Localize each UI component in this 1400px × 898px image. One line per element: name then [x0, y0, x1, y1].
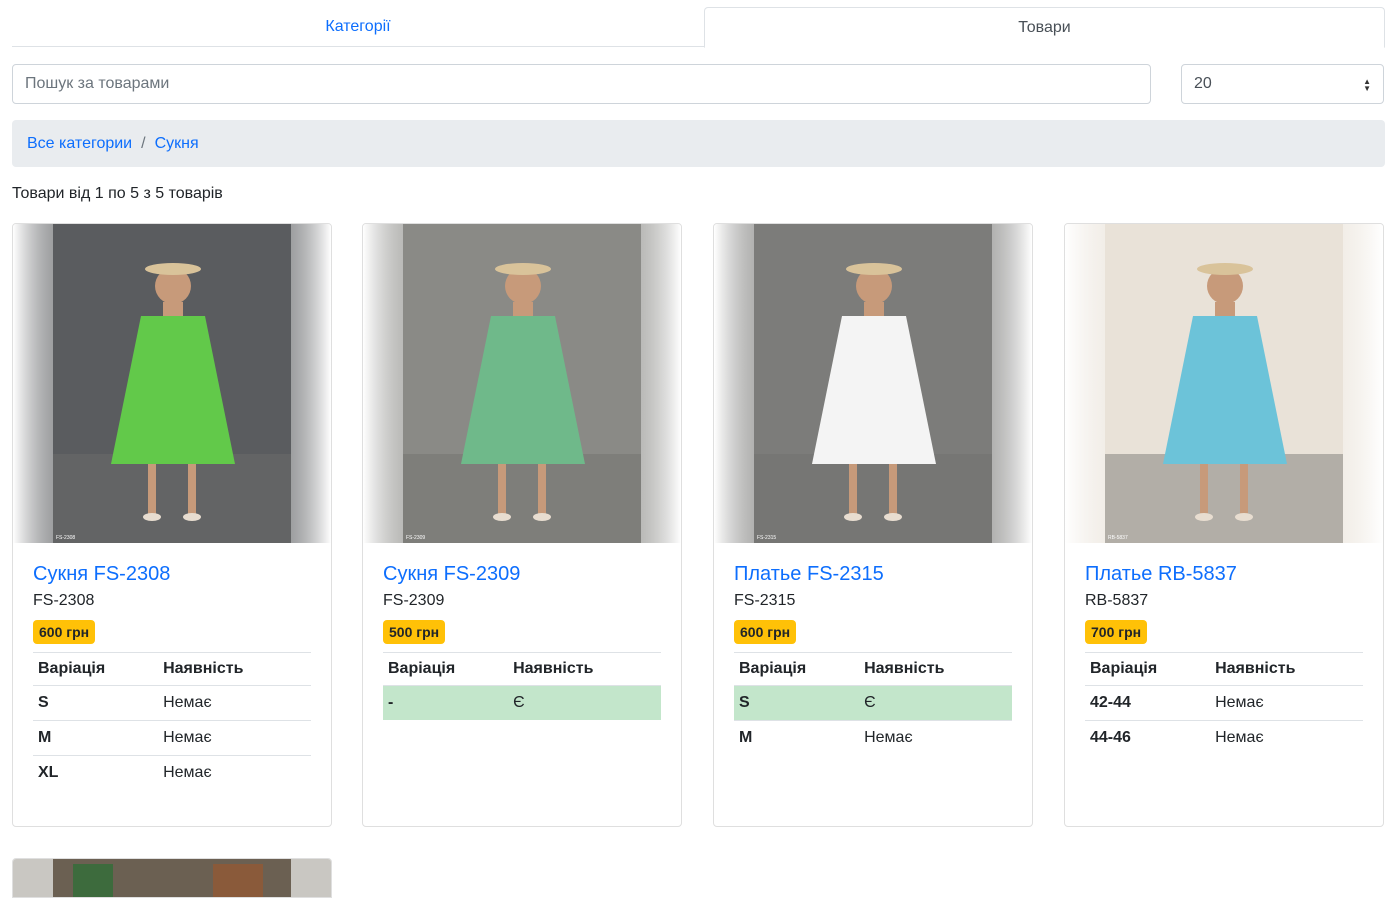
- variation-row: XL Немає: [33, 756, 311, 791]
- variations-header-row: Варіація Наявність: [734, 652, 1012, 686]
- product-title-link[interactable]: Платье RB-5837: [1085, 563, 1363, 586]
- product-image[interactable]: FS-2309: [363, 224, 681, 543]
- product-sku: RB-5837: [1085, 592, 1149, 609]
- variation-row: - Є: [383, 685, 661, 720]
- header-variation: Варіація: [383, 652, 509, 686]
- product-title-link[interactable]: Платье FS-2315: [734, 563, 1012, 586]
- product-photo: [714, 224, 1032, 543]
- variation-name: 44-46: [1090, 729, 1131, 746]
- per-page-value: 20: [1194, 75, 1212, 92]
- tab-bar: Категорії Товари: [12, 7, 1385, 48]
- product-image[interactable]: FS-2315: [714, 224, 1032, 543]
- variations-table: Варіація Наявність 42-44 Немає 44-46 Нем…: [1085, 652, 1363, 755]
- variations-header-row: Варіація Наявність: [33, 652, 311, 686]
- select-arrows-icon: ▲ ▼: [1363, 77, 1371, 93]
- variations-table: Варіація Наявність S Є M Немає: [734, 652, 1012, 755]
- variation-name: M: [739, 729, 753, 746]
- image-code: RB-5837: [1108, 535, 1128, 541]
- variations-header-row: Варіація Наявність: [383, 652, 661, 686]
- variation-availability: Немає: [864, 729, 913, 746]
- variation-row: M Немає: [734, 721, 1012, 756]
- variation-name: S: [33, 685, 159, 721]
- per-page-select[interactable]: 20 ▲ ▼: [1181, 64, 1384, 104]
- breadcrumb-current[interactable]: Сукня: [155, 135, 199, 153]
- tab-products[interactable]: Товари: [704, 7, 1385, 48]
- image-code: FS-2315: [757, 535, 777, 541]
- header-variation: Варіація: [734, 652, 860, 686]
- variation-availability: Є: [508, 685, 661, 720]
- variation-availability: Немає: [158, 685, 311, 721]
- results-count: Товари від 1 по 5 з 5 товарів: [12, 185, 223, 202]
- product-image-partial: [13, 859, 331, 897]
- image-code: FS-2308: [56, 535, 76, 541]
- product-photo: [1065, 224, 1383, 543]
- breadcrumb-separator: /: [141, 134, 146, 152]
- variation-name: XL: [38, 764, 59, 781]
- product-card[interactable]: RB-5837 Платье RB-5837 RB-5837 700 грн В…: [1064, 223, 1384, 827]
- breadcrumb-all-categories[interactable]: Все категории: [27, 135, 132, 153]
- card-body: Сукня FS-2309 FS-2309 500 грн Варіація Н…: [363, 543, 681, 720]
- variations-header-row: Варіація Наявність: [1085, 652, 1363, 686]
- variations-table: Варіація Наявність S Немає M Немає XL Не…: [33, 652, 311, 790]
- product-title-link[interactable]: Сукня FS-2308: [33, 563, 311, 586]
- product-card[interactable]: FS-2315 Платье FS-2315 FS-2315 600 грн В…: [713, 223, 1033, 827]
- product-card[interactable]: FS-2308 Сукня FS-2308 FS-2308 600 грн Ва…: [12, 223, 332, 827]
- price-badge: 600 грн: [734, 620, 797, 644]
- header-availability: Наявність: [158, 652, 311, 686]
- card-body: Сукня FS-2308 FS-2308 600 грн Варіація Н…: [13, 543, 331, 790]
- header-availability: Наявність: [1210, 652, 1363, 686]
- header-variation: Варіація: [1085, 652, 1211, 686]
- header-variation: Варіація: [33, 652, 159, 686]
- card-body: Платье RB-5837 RB-5837 700 грн Варіація …: [1065, 543, 1383, 755]
- product-photo: [363, 224, 681, 543]
- variation-name: 42-44: [1085, 685, 1211, 721]
- variation-availability: Немає: [1215, 729, 1264, 746]
- variation-name: S: [734, 685, 860, 721]
- product-photo: [13, 224, 331, 543]
- product-card-partial[interactable]: [12, 858, 332, 898]
- product-sku: FS-2309: [383, 592, 445, 609]
- price-badge: 700 грн: [1085, 620, 1148, 644]
- variation-row: 44-46 Немає: [1085, 721, 1363, 756]
- breadcrumb: Все категории / Сукня: [12, 120, 1385, 167]
- variation-availability: Немає: [163, 764, 212, 781]
- product-image[interactable]: FS-2308: [13, 224, 331, 543]
- variation-row: M Немає: [33, 720, 311, 756]
- price-badge: 500 грн: [383, 620, 446, 644]
- header-availability: Наявність: [859, 652, 1012, 686]
- product-sku: FS-2315: [734, 592, 796, 609]
- variations-table: Варіація Наявність - Є: [383, 652, 661, 720]
- price-badge: 600 грн: [33, 620, 96, 644]
- image-code: FS-2309: [406, 535, 426, 541]
- product-image[interactable]: RB-5837: [1065, 224, 1383, 543]
- header-availability: Наявність: [508, 652, 661, 686]
- variation-availability: Є: [859, 685, 1012, 721]
- card-body: Платье FS-2315 FS-2315 600 грн Варіація …: [714, 543, 1032, 755]
- product-sku: FS-2308: [33, 592, 95, 609]
- product-card[interactable]: FS-2309 Сукня FS-2309 FS-2309 500 грн Ва…: [362, 223, 682, 827]
- variation-availability: Немає: [1210, 685, 1363, 721]
- tab-categories[interactable]: Категорії: [12, 7, 704, 47]
- variation-availability: Немає: [158, 720, 311, 756]
- variation-row: 42-44 Немає: [1085, 685, 1363, 721]
- variation-row: S Є: [734, 685, 1012, 721]
- variation-row: S Немає: [33, 685, 311, 721]
- variation-name: -: [383, 685, 509, 720]
- search-input[interactable]: [12, 64, 1151, 104]
- variation-name: M: [33, 720, 159, 756]
- product-title-link[interactable]: Сукня FS-2309: [383, 563, 661, 586]
